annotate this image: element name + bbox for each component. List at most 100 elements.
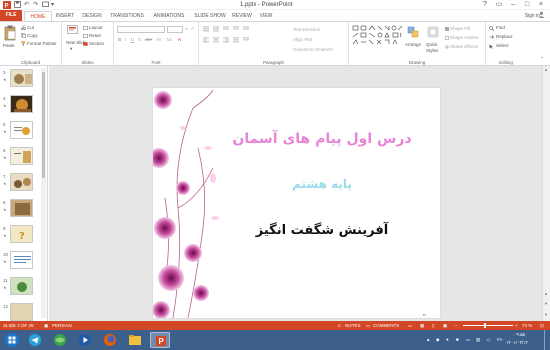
slide-thumbnail-12[interactable] [10, 303, 33, 321]
arrange-icon[interactable] [407, 26, 419, 40]
shape-fill-button[interactable]: Shape Fill [450, 26, 470, 31]
tray-app-icon[interactable]: ■ [456, 335, 459, 345]
comments-button[interactable]: COMMENTS [373, 321, 399, 330]
tab-file[interactable]: FILE [0, 10, 22, 21]
network-icon[interactable]: ▥ [476, 335, 480, 345]
reset-icon[interactable] [83, 34, 88, 40]
close-button[interactable]: × [534, 0, 548, 10]
help-button[interactable]: ? [478, 0, 492, 10]
slide-subtitle[interactable]: پایه هشتم [217, 177, 427, 191]
slide-show-icon[interactable]: ▣ [443, 321, 447, 330]
layout-icon[interactable] [83, 26, 88, 32]
tray-app-icon[interactable]: ◆ [436, 335, 439, 345]
format-painter-button[interactable]: Format Painter [27, 41, 57, 46]
tray-app-icon[interactable]: ● [446, 335, 449, 345]
scroll-down-icon[interactable]: ▼ [544, 312, 548, 317]
slide-thumbnail-9[interactable]: ? [10, 225, 33, 243]
action-center-icon[interactable]: ▭ [466, 335, 470, 345]
slide-thumbnail-7[interactable] [10, 173, 33, 191]
thumbnail-scrollbar-thumb[interactable] [42, 72, 45, 178]
section-icon[interactable] [83, 42, 88, 48]
cut-button[interactable]: Cut [27, 25, 34, 30]
show-desktop-button[interactable] [544, 330, 550, 350]
quick-styles-label-2[interactable]: Styles [426, 48, 438, 53]
thumbnail-scrollbar[interactable] [41, 68, 46, 318]
reset-button[interactable]: Reset [89, 33, 101, 38]
ribbon-display-options-button[interactable]: ▭ [492, 0, 506, 10]
powerpoint-taskbar-icon[interactable]: P [150, 332, 170, 348]
slide-thumbnail-3[interactable] [10, 69, 33, 87]
previous-slide-icon[interactable]: ▲ [544, 291, 548, 296]
zoom-slider[interactable] [463, 325, 513, 326]
telegram-icon[interactable] [25, 332, 45, 348]
maximize-button[interactable]: □ [520, 0, 534, 10]
language-status[interactable]: PERSIAN [52, 321, 72, 330]
slide-thumbnail-4[interactable] [10, 95, 33, 113]
replace-button[interactable]: Replace [496, 34, 513, 39]
zoom-level[interactable]: 74 % [522, 321, 532, 330]
select-button[interactable]: Select [496, 43, 509, 48]
tab-design[interactable]: DESIGN [79, 11, 105, 21]
align-text-button[interactable]: Align Text [293, 37, 312, 42]
font-name-combo[interactable] [117, 26, 165, 33]
media-player-icon[interactable] [75, 332, 95, 348]
slide-thumbnail-10[interactable] [10, 251, 33, 269]
increase-font-size-icon[interactable]: A [185, 26, 188, 31]
next-slide-icon[interactable]: ▼ [544, 301, 548, 306]
undo-icon[interactable]: ↶ [24, 1, 29, 9]
decrease-font-size-icon[interactable]: A [191, 26, 194, 31]
browser-globe-icon[interactable] [50, 332, 70, 348]
shape-effects-button[interactable]: Shape Effects [450, 44, 478, 49]
shape-outline-icon[interactable] [445, 36, 449, 42]
paste-label[interactable]: Paste [3, 43, 15, 48]
section-button[interactable]: Section [89, 41, 104, 46]
input-language-indicator[interactable]: FA [497, 335, 503, 345]
tab-transitions[interactable]: TRANSITIONS [107, 11, 147, 21]
notes-icon[interactable]: ≡ [338, 321, 341, 330]
minimize-button[interactable]: – [506, 0, 520, 10]
slide-sorter-icon[interactable]: ▦ [420, 321, 424, 330]
scroll-up-icon[interactable]: ▲ [544, 67, 548, 72]
tab-insert[interactable]: INSERT [53, 11, 77, 21]
tab-view[interactable]: VIEW [256, 11, 276, 21]
slide-thumbnail-5[interactable] [10, 121, 33, 139]
format-painter-icon[interactable] [21, 41, 26, 48]
normal-view-icon[interactable]: ▭ [408, 321, 412, 330]
collapse-ribbon-icon[interactable]: ⌃ [540, 56, 544, 62]
select-icon[interactable] [489, 44, 494, 51]
new-slide-dropdown-icon[interactable]: ▾ [70, 46, 72, 52]
slide-thumbnail-8[interactable] [10, 199, 33, 217]
bold-icon[interactable]: B [118, 37, 121, 42]
zoom-out-button[interactable]: – [455, 321, 458, 330]
italic-icon[interactable]: I [125, 37, 126, 42]
shape-outline-button[interactable]: Shape Outline [450, 35, 479, 40]
comments-icon[interactable]: ▭ [366, 321, 370, 330]
firefox-icon[interactable] [100, 332, 120, 348]
volume-icon[interactable]: ◁ [486, 335, 489, 345]
zoom-in-button[interactable]: + [515, 321, 518, 330]
quick-styles-icon[interactable] [427, 26, 439, 40]
change-case-icon[interactable]: Aa [166, 37, 172, 42]
font-color-icon[interactable]: A [178, 37, 181, 42]
find-button[interactable]: Find [496, 25, 505, 30]
bullets-icon[interactable] [203, 26, 251, 34]
cut-icon[interactable] [20, 25, 27, 32]
font-size-combo[interactable] [167, 26, 183, 33]
arrange-label[interactable]: Arrange [405, 42, 421, 47]
shape-fill-icon[interactable] [445, 27, 449, 33]
text-direction-button[interactable]: Text Direction [293, 27, 320, 32]
character-spacing-icon[interactable]: AV [156, 37, 162, 42]
slide-body-text[interactable]: آفرینش شگفت انگیز [217, 223, 427, 238]
copy-button[interactable]: Copy [27, 33, 38, 38]
convert-smartart-button[interactable]: Convert to SmartArt [293, 47, 333, 52]
copy-icon[interactable] [21, 33, 26, 40]
find-icon[interactable] [489, 26, 494, 33]
start-button[interactable] [2, 332, 22, 348]
start-from-beginning-icon[interactable] [42, 1, 49, 9]
alignment-icons[interactable] [203, 37, 251, 45]
new-slide-icon[interactable] [67, 25, 78, 39]
strikethrough-icon[interactable]: abc [145, 37, 152, 42]
file-explorer-icon[interactable] [125, 332, 145, 348]
layout-button[interactable]: Layout [89, 25, 103, 30]
shadow-icon[interactable]: S [138, 37, 141, 42]
